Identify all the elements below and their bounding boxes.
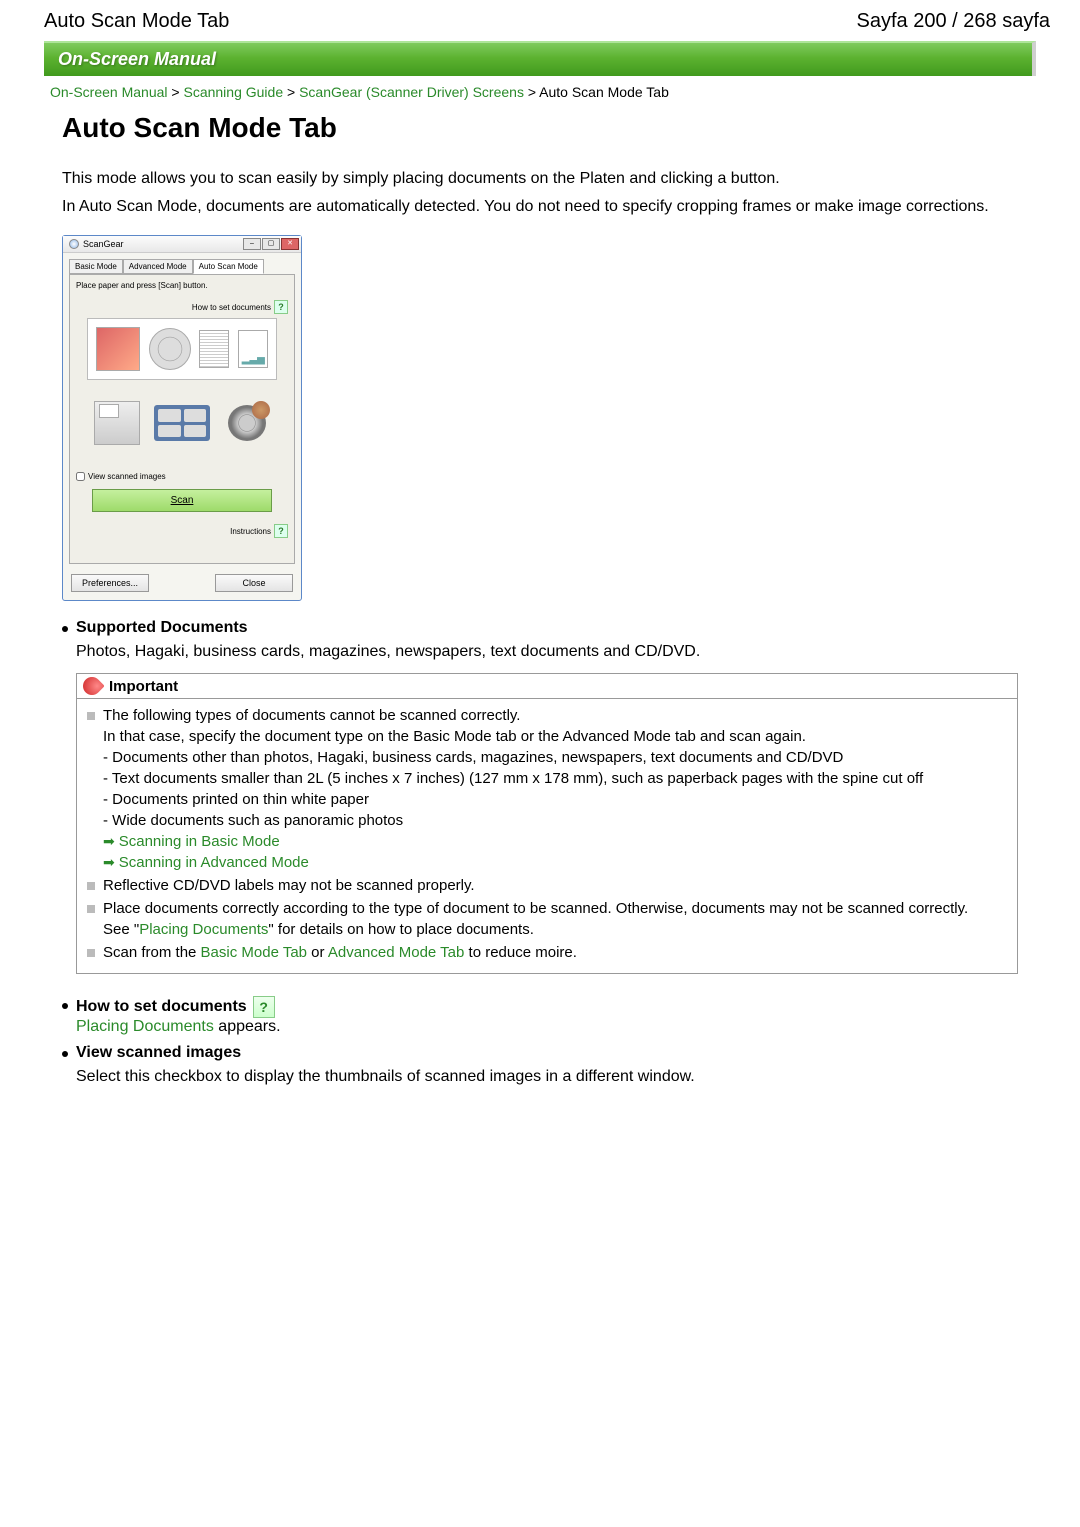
important-item-1b: In that case, specify the document type … <box>103 726 923 747</box>
important-item-4: Scan from the Basic Mode Tab or Advanced… <box>103 942 577 963</box>
square-bullet-icon <box>87 712 95 720</box>
important-item-1d: - Text documents smaller than 2L (5 inch… <box>103 768 923 789</box>
app-icon <box>69 239 79 249</box>
breadcrumb-current: Auto Scan Mode Tab <box>539 84 669 100</box>
supported-documents-heading: Supported Documents <box>76 619 1018 637</box>
square-bullet-icon <box>87 949 95 957</box>
link-basic-mode-tab[interactable]: Basic Mode Tab <box>201 944 307 961</box>
bullet-icon <box>62 626 68 632</box>
instructions-label: Instructions <box>230 527 271 536</box>
intro-p1: This mode allows you to scan easily by s… <box>62 168 1018 190</box>
chart-doc-thumbnail-icon <box>238 330 268 368</box>
scangear-screenshot: ScanGear – ▢ ✕ Basic Mode Advanced Mode … <box>62 235 302 601</box>
important-item-1f: - Wide documents such as panoramic photo… <box>103 810 923 831</box>
preferences-button[interactable]: Preferences... <box>71 574 149 592</box>
minimize-button[interactable]: – <box>243 238 261 250</box>
important-label: Important <box>109 678 178 695</box>
how-to-set-label: How to set documents <box>192 303 271 312</box>
bullet-icon <box>62 1051 68 1057</box>
tab-advanced-mode[interactable]: Advanced Mode <box>123 259 193 274</box>
text-doc-thumbnail-icon <box>199 330 229 368</box>
important-item-3b: See "Placing Documents" for details on h… <box>103 919 968 940</box>
hagaki-thumbnail-icon <box>94 401 140 445</box>
help-icon[interactable]: ? <box>274 524 288 538</box>
breadcrumb: On-Screen Manual > Scanning Guide > Scan… <box>44 76 1036 112</box>
important-item-1c: - Documents other than photos, Hagaki, b… <box>103 747 923 768</box>
link-scanning-advanced-mode[interactable]: Scanning in Advanced Mode <box>119 852 309 873</box>
important-icon <box>83 677 103 695</box>
place-paper-text: Place paper and press [Scan] button. <box>76 281 288 290</box>
cd-dvd-thumbnail-icon <box>224 401 270 445</box>
view-scanned-heading: View scanned images <box>76 1044 1018 1062</box>
help-icon[interactable]: ? <box>274 300 288 314</box>
view-scanned-checkbox[interactable]: View scanned images <box>76 472 288 481</box>
arrow-icon: ➡ <box>103 832 115 852</box>
cards-thumbnail-icon <box>154 405 210 441</box>
close-window-button[interactable]: ✕ <box>281 238 299 250</box>
arrow-icon: ➡ <box>103 853 115 873</box>
breadcrumb-link-guide[interactable]: Scanning Guide <box>183 84 283 100</box>
important-box: Important The following types of documen… <box>76 673 1018 974</box>
header-right: Sayfa 200 / 268 sayfa <box>857 10 1050 33</box>
tab-auto-scan-mode[interactable]: Auto Scan Mode <box>193 259 264 274</box>
link-placing-documents[interactable]: Placing Documents <box>76 1018 214 1035</box>
important-item-1a: The following types of documents cannot … <box>103 705 923 726</box>
breadcrumb-link-manual[interactable]: On-Screen Manual <box>50 84 168 100</box>
how-to-set-text: Placing Documents appears. <box>76 1018 1018 1036</box>
maximize-button[interactable]: ▢ <box>262 238 280 250</box>
help-icon[interactable]: ? <box>253 996 275 1018</box>
document-thumbnails-row-2 <box>87 392 277 454</box>
link-placing-documents[interactable]: Placing Documents <box>139 921 268 938</box>
link-scanning-basic-mode[interactable]: Scanning in Basic Mode <box>119 831 280 852</box>
important-item-1e: - Documents printed on thin white paper <box>103 789 923 810</box>
manual-banner: On-Screen Manual <box>44 41 1036 76</box>
breadcrumb-link-screens[interactable]: ScanGear (Scanner Driver) Screens <box>299 84 524 100</box>
tab-basic-mode[interactable]: Basic Mode <box>69 259 123 274</box>
how-to-set-heading: How to set documents <box>76 998 247 1016</box>
header-left: Auto Scan Mode Tab <box>44 10 229 33</box>
square-bullet-icon <box>87 882 95 890</box>
page-header: Auto Scan Mode Tab Sayfa 200 / 268 sayfa <box>0 0 1080 41</box>
bullet-icon <box>62 1003 68 1009</box>
photo-thumbnail-icon <box>96 327 140 371</box>
important-item-2: Reflective CD/DVD labels may not be scan… <box>103 875 475 896</box>
document-thumbnails-row-1 <box>87 318 277 380</box>
scan-button[interactable]: Scan <box>92 489 272 512</box>
link-advanced-mode-tab[interactable]: Advanced Mode Tab <box>328 944 465 961</box>
important-item-3a: Place documents correctly according to t… <box>103 898 968 919</box>
intro-p2: In Auto Scan Mode, documents are automat… <box>62 196 1018 218</box>
page-title: Auto Scan Mode Tab <box>62 112 1018 144</box>
square-bullet-icon <box>87 905 95 913</box>
close-button[interactable]: Close <box>215 574 293 592</box>
supported-documents-text: Photos, Hagaki, business cards, magazine… <box>76 643 1018 661</box>
view-scanned-text: Select this checkbox to display the thum… <box>76 1068 1018 1086</box>
cd-thumbnail-icon <box>149 328 191 370</box>
view-scanned-checkbox-input[interactable] <box>76 472 85 481</box>
window-title: ScanGear <box>83 239 124 249</box>
